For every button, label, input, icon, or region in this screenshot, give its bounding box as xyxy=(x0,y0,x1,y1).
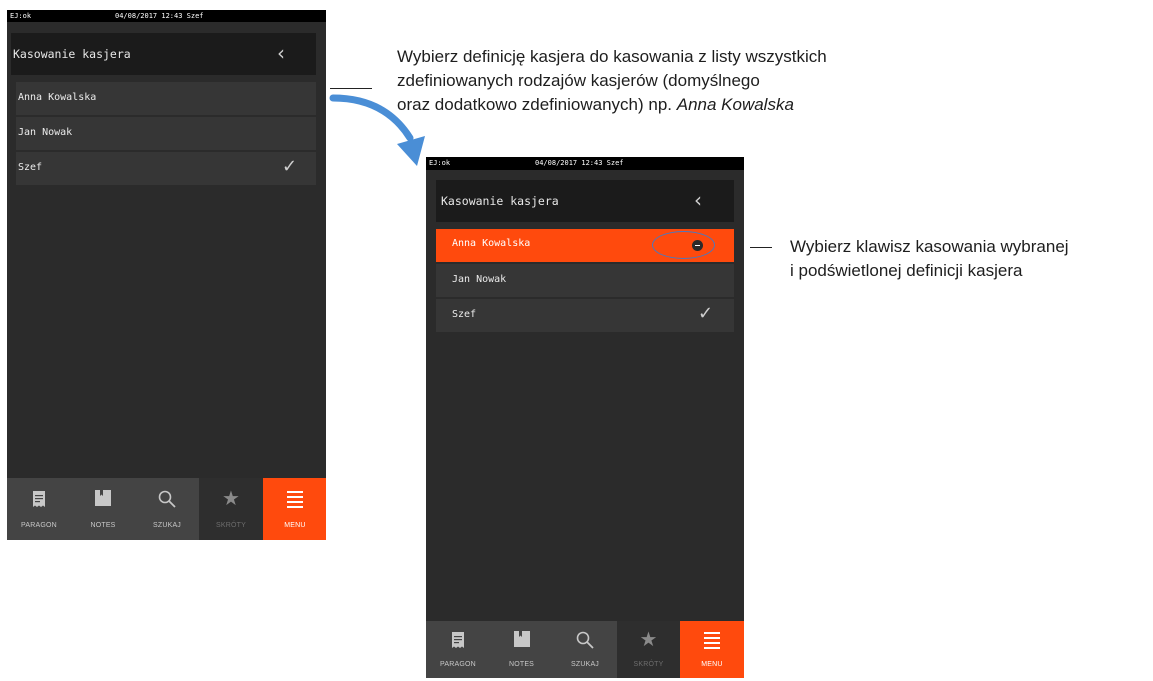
tab-label: SZUKAJ xyxy=(570,661,600,668)
list-item-label: Anna Kowalska xyxy=(18,92,97,103)
list-item-label: Szef xyxy=(18,162,43,173)
annotation-line: i podświetlonej definicji kasjera xyxy=(790,261,1023,280)
back-chevron-icon[interactable]: ‹ xyxy=(277,41,285,65)
tab-notes[interactable]: NOTES xyxy=(490,621,553,678)
star-icon: ★ xyxy=(639,629,658,651)
device-screen-selected: EJ:ok 04/08/2017 12:43 Szef Kasowanie ka… xyxy=(426,157,744,678)
screen-header: Kasowanie kasjera ‹ xyxy=(11,33,316,75)
tab-label: SKRÓTY xyxy=(216,522,246,529)
annotation-select-cashier: Wybierz definicję kasjera do kasowania z… xyxy=(397,45,827,117)
list-item-label: Jan Nowak xyxy=(452,274,507,285)
back-chevron-icon[interactable]: ‹ xyxy=(694,188,702,212)
status-datetime-user: 04/08/2017 12:43 Szef xyxy=(535,159,624,167)
page-title: Kasowanie kasjera xyxy=(13,47,131,61)
menu-icon xyxy=(680,631,744,654)
list-item[interactable]: Szef ✓ xyxy=(436,299,734,332)
annotation-delete-key: Wybierz klawisz kasowania wybranej i pod… xyxy=(790,235,1069,283)
list-item-label: Anna Kowalska xyxy=(452,238,531,249)
annotation-line: oraz dodatkowo zdefiniowanych) np. Anna … xyxy=(397,95,794,114)
bottom-tab-bar: PARAGON NOTES SZUKAJ ★ SKRÓTY MENU xyxy=(426,621,744,678)
list-item-label: Jan Nowak xyxy=(18,127,73,138)
tab-label: PARAGON xyxy=(21,522,57,529)
annotation-line: Wybierz definicję kasjera do kasowania z… xyxy=(397,47,827,66)
annotation-line: Wybierz klawisz kasowania wybranej xyxy=(790,237,1069,256)
status-ej: EJ:ok xyxy=(429,159,451,167)
bottom-tab-bar: PARAGON NOTES SZUKAJ ★ SKRÓTY MENU xyxy=(7,478,326,540)
tab-label: NOTES xyxy=(90,522,116,529)
tab-menu[interactable]: MENU xyxy=(263,478,326,540)
screen-header: Kasowanie kasjera ‹ xyxy=(436,180,734,222)
tab-menu[interactable]: MENU xyxy=(680,621,744,678)
tab-skroty[interactable]: ★ SKRÓTY xyxy=(617,621,680,678)
tab-label: MENU xyxy=(701,661,723,668)
notebook-icon xyxy=(71,490,135,511)
tab-skroty[interactable]: ★ SKRÓTY xyxy=(199,478,263,540)
annotation-line: zdefiniowanych rodzajów kasjerów (domyśl… xyxy=(397,71,760,90)
search-icon xyxy=(135,490,199,513)
status-bar: EJ:ok 04/08/2017 12:43 Szef xyxy=(7,10,326,22)
tab-szukaj[interactable]: SZUKAJ xyxy=(135,478,199,540)
tab-notes[interactable]: NOTES xyxy=(71,478,135,540)
list-item[interactable]: Anna Kowalska xyxy=(16,82,316,115)
receipt-icon xyxy=(7,490,71,513)
tab-szukaj[interactable]: SZUKAJ xyxy=(553,621,617,678)
page-title: Kasowanie kasjera xyxy=(441,194,559,208)
status-ej: EJ:ok xyxy=(10,12,32,20)
tab-label: PARAGON xyxy=(440,661,476,668)
annotation-example: Anna Kowalska xyxy=(676,95,794,114)
annotation-leader-line xyxy=(750,247,772,248)
list-item[interactable]: Jan Nowak xyxy=(16,117,316,150)
receipt-icon xyxy=(426,631,490,654)
menu-icon xyxy=(263,490,326,513)
highlight-ring xyxy=(652,231,715,259)
tab-paragon[interactable]: PARAGON xyxy=(426,621,490,678)
notebook-icon xyxy=(490,631,553,652)
tab-label: MENU xyxy=(284,522,306,529)
checkmark-icon: ✓ xyxy=(698,303,714,324)
search-icon xyxy=(553,631,617,654)
tab-label: NOTES xyxy=(508,661,535,668)
tab-label: SZUKAJ xyxy=(152,522,182,529)
checkmark-icon: ✓ xyxy=(282,156,298,177)
tab-label: SKRÓTY xyxy=(633,661,664,668)
status-bar: EJ:ok 04/08/2017 12:43 Szef xyxy=(426,157,744,170)
tab-paragon[interactable]: PARAGON xyxy=(7,478,71,540)
curved-arrow-icon xyxy=(329,94,425,166)
device-screen-list: EJ:ok 04/08/2017 12:43 Szef Kasowanie ka… xyxy=(7,10,326,540)
star-icon: ★ xyxy=(222,488,240,510)
list-item-selected[interactable]: Anna Kowalska xyxy=(436,229,734,262)
status-datetime-user: 04/08/2017 12:43 Szef xyxy=(115,12,204,20)
list-item-label: Szef xyxy=(452,309,477,320)
list-item[interactable]: Szef ✓ xyxy=(16,152,316,185)
list-item[interactable]: Jan Nowak xyxy=(436,264,734,297)
